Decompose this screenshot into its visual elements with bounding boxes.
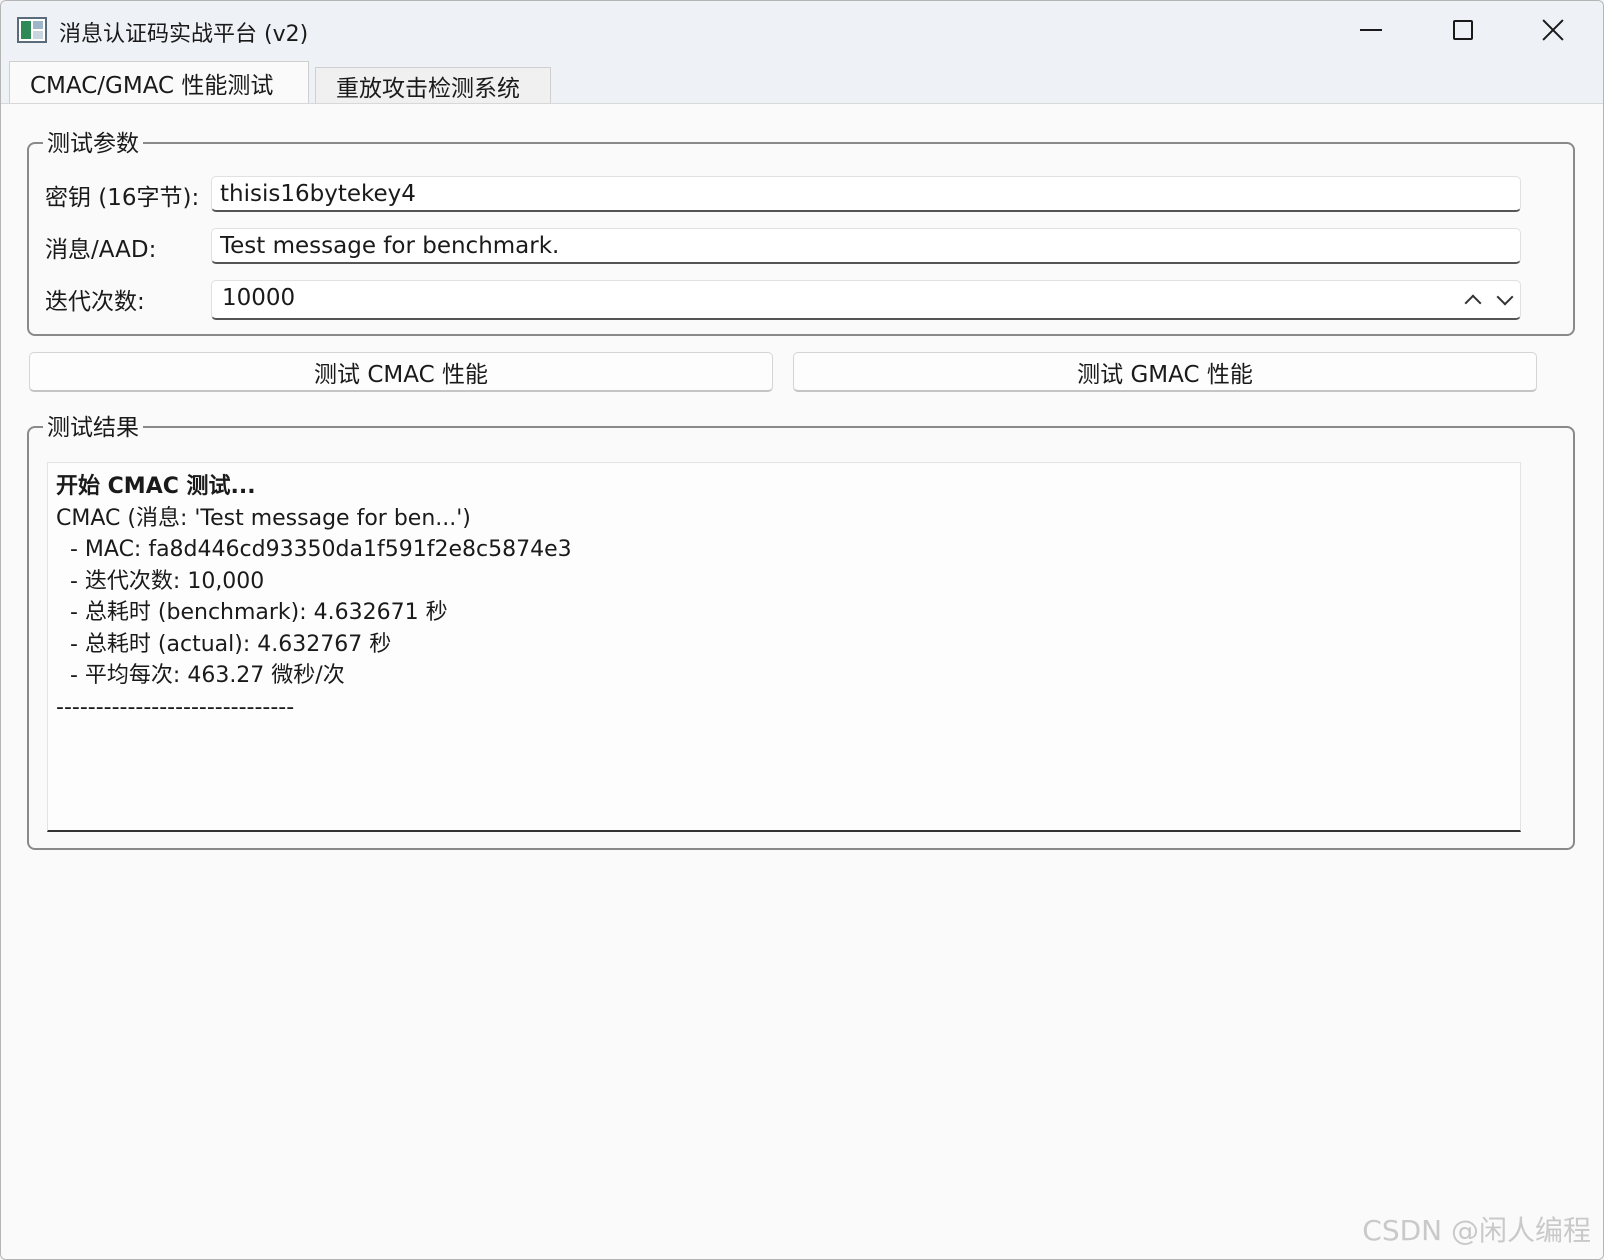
window-title: 消息认证码实战平台 (v2) [59,22,309,47]
iterations-spinbox[interactable]: 10000 [211,280,1521,320]
result-line: - MAC: fa8d446cd93350da1f591f2e8c5874e3 [56,537,572,562]
result-line: - 迭代次数: 10,000 [56,568,265,594]
result-line: CMAC (消息: 'Test message for ben...') [56,505,471,531]
minimize-icon [1360,29,1382,31]
maximize-button[interactable] [1419,1,1507,59]
chevron-down-icon [1496,288,1514,306]
tab-cmac-gmac-benchmark[interactable]: CMAC/GMAC 性能测试 [9,61,309,103]
tab-bar: CMAC/GMAC 性能测试 重放攻击检测系统 [1,59,1603,103]
close-icon [1541,18,1565,42]
maximize-icon [1453,20,1473,40]
message-label: 消息/AAD: [45,237,157,263]
spin-down-button[interactable] [1494,288,1516,311]
results-group-title: 测试结果 [43,408,143,442]
app-window-icon [17,17,47,43]
result-line: - 总耗时 (benchmark): 4.632671 秒 [56,600,448,625]
test-gmac-button[interactable]: 测试 GMAC 性能 [793,352,1537,392]
params-group-title: 测试参数 [43,124,143,158]
spin-up-button[interactable] [1462,289,1484,312]
result-line: - 总耗时 (actual): 4.632767 秒 [56,631,392,657]
tab-content: 测试参数 密钥 (16字节): 消息/AAD: 迭代次数: 10000 测试 C… [1,103,1603,1259]
iterations-value[interactable]: 10000 [222,285,295,311]
message-input[interactable] [211,228,1521,264]
results-group: 测试结果 开始 CMAC 测试... CMAC (消息: 'Test messa… [27,408,1575,850]
key-input[interactable] [211,176,1521,212]
watermark: CSDN @闲人编程 [1362,1214,1591,1247]
chevron-up-icon [1464,294,1482,312]
params-group: 测试参数 密钥 (16字节): 消息/AAD: 迭代次数: 10000 [27,124,1575,336]
close-button[interactable] [1509,1,1597,59]
key-label: 密钥 (16字节): [45,185,200,211]
test-cmac-button[interactable]: 测试 CMAC 性能 [29,352,773,392]
result-line: 开始 CMAC 测试... [56,474,256,499]
result-line: - 平均每次: 463.27 微秒/次 [56,663,345,688]
result-output[interactable]: 开始 CMAC 测试... CMAC (消息: 'Test message fo… [47,462,1521,832]
minimize-button[interactable] [1327,1,1415,59]
iterations-label: 迭代次数: [45,289,145,315]
title-bar[interactable]: 消息认证码实战平台 (v2) [1,1,1603,59]
result-line: ------------------------------ [56,694,295,720]
app-window: 消息认证码实战平台 (v2) CMAC/GMAC 性能测试 重放攻击检测系统 测… [0,0,1604,1260]
tab-replay-detection[interactable]: 重放攻击检测系统 [315,67,551,103]
